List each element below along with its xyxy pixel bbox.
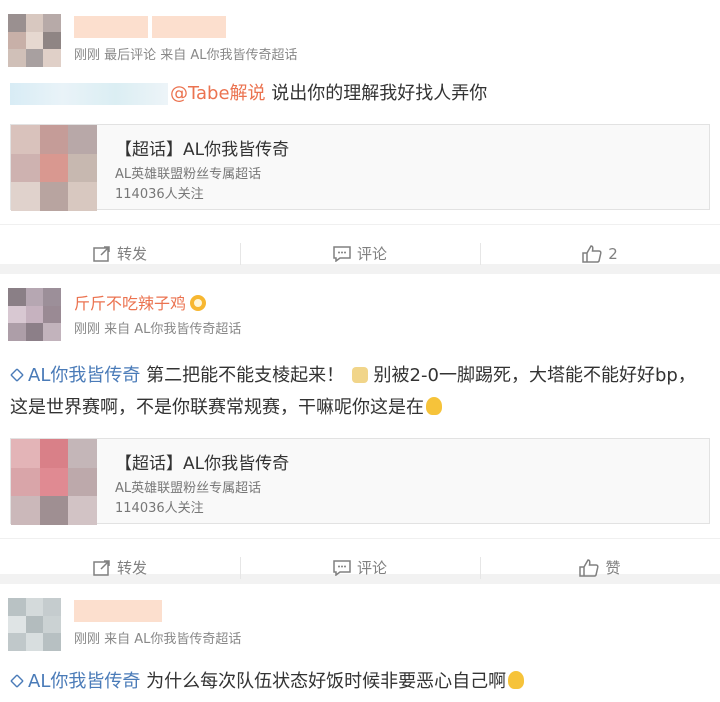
topic-card-followers: 114036人关注 — [115, 501, 204, 516]
post-text: AL你我皆传奇 为什么每次队伍状态好饭时候非要恶心自己啊 — [0, 666, 720, 698]
username[interactable]: 斤斤不吃辣子鸡 — [74, 290, 207, 314]
topic-link[interactable]: AL你我皆传奇 — [10, 671, 140, 692]
avatar[interactable] — [8, 598, 61, 651]
post-meta: 刚刚 来自 AL你我皆传奇超话 — [74, 632, 242, 647]
topic-card-title: 【超话】AL你我皆传奇 — [115, 140, 290, 160]
repost-button[interactable]: 转发 — [0, 557, 240, 579]
topic-card-subtitle: AL英雄联盟粉丝专属超话 — [115, 481, 262, 496]
username-blurred[interactable] — [74, 600, 162, 622]
repost-icon — [93, 245, 110, 262]
post-meta: 刚刚 来自 AL你我皆传奇超话 — [74, 322, 242, 337]
post-2: 斤斤不吃辣子鸡 刚刚 来自 AL你我皆传奇超话 AL你我皆传奇 第二把能不能支棱… — [0, 274, 720, 579]
blurred-text — [10, 83, 168, 105]
vip-badge-icon — [190, 295, 207, 311]
comment-button[interactable]: 评论 — [240, 556, 480, 579]
comment-icon — [333, 559, 351, 576]
mention-link[interactable]: @Tabe解说 — [170, 83, 266, 104]
avatar[interactable] — [8, 288, 61, 341]
thumbs-up-icon — [579, 558, 600, 577]
repost-icon — [93, 559, 110, 576]
like-button[interactable]: 2 — [480, 242, 720, 265]
repost-button[interactable]: 转发 — [0, 243, 240, 265]
comment-icon — [333, 245, 351, 262]
topic-card-thumbnail — [11, 125, 97, 211]
avatar[interactable] — [8, 14, 61, 67]
topic-card-title: 【超话】AL你我皆传奇 — [115, 454, 290, 474]
topic-card-subtitle: AL英雄联盟粉丝专属超话 — [115, 167, 262, 182]
post-meta: 刚刚 最后评论 来自 AL你我皆传奇超话 — [74, 48, 298, 63]
topic-diamond-icon — [10, 368, 24, 382]
comment-button[interactable]: 评论 — [240, 242, 480, 265]
topic-card-thumbnail — [11, 439, 97, 525]
post-header: 刚刚 来自 AL你我皆传奇超话 — [0, 584, 720, 651]
topic-card-followers: 114036人关注 — [115, 187, 204, 202]
emoji-icon — [426, 397, 442, 415]
topic-card[interactable]: 【超话】AL你我皆传奇 AL英雄联盟粉丝专属超话 114036人关注 — [10, 124, 710, 211]
username-blurred[interactable] — [74, 16, 226, 38]
thumbs-up-icon — [582, 244, 602, 263]
emoji-icon — [508, 671, 525, 689]
post-text: AL你我皆传奇 第二把能不能支棱起来！ 别被2-0一脚踢死，大塔能不能好好bp，… — [10, 365, 696, 418]
topic-link[interactable]: AL你我皆传奇 — [10, 365, 140, 386]
post-header: 刚刚 最后评论 来自 AL你我皆传奇超话 — [0, 0, 720, 67]
like-button[interactable]: 赞 — [480, 556, 720, 579]
topic-diamond-icon — [10, 674, 24, 688]
post-3: 刚刚 来自 AL你我皆传奇超话 AL你我皆传奇 为什么每次队伍状态好饭时候非要恶… — [0, 584, 720, 702]
post-header: 斤斤不吃辣子鸡 刚刚 来自 AL你我皆传奇超话 — [0, 274, 720, 341]
post-text: @Tabe解说 说出你的理解我好找人弄你 — [0, 78, 720, 110]
cat-emoji-icon — [351, 367, 368, 383]
topic-card[interactable]: 【超话】AL你我皆传奇 AL英雄联盟粉丝专属超话 114036人关注 — [10, 438, 710, 525]
post-1: 刚刚 最后评论 来自 AL你我皆传奇超话 @Tabe解说 说出你的理解我好找人弄… — [0, 0, 720, 265]
